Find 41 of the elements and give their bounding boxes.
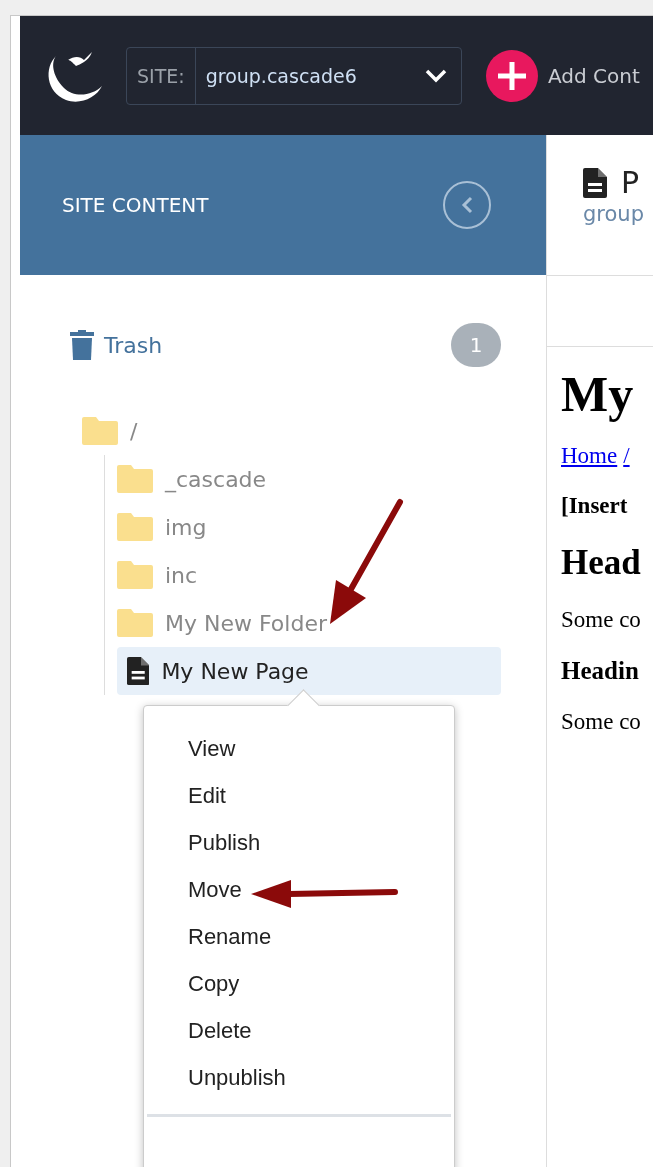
add-content-button[interactable]: Add Cont — [486, 49, 640, 102]
menu-item[interactable]: View — [144, 732, 454, 779]
page-path: group — [583, 202, 645, 226]
menu-item[interactable]: Unpublish — [144, 1061, 454, 1108]
menu-item[interactable]: Rename — [144, 920, 454, 967]
menu-item[interactable]: Move — [144, 873, 454, 920]
tree-item[interactable]: inc — [117, 551, 501, 599]
folder-icon — [117, 561, 153, 589]
tree-item[interactable]: / — [82, 407, 501, 455]
plus-icon — [486, 49, 538, 102]
count-badge: 1 — [451, 323, 501, 367]
menu-item[interactable]: Publish — [144, 826, 454, 873]
subsection-heading: Headin — [561, 657, 640, 685]
trash-link[interactable]: Trash — [70, 330, 163, 360]
folder-icon — [117, 609, 153, 637]
menu-item[interactable]: Delete — [144, 1014, 454, 1061]
folder-icon — [117, 465, 153, 493]
breadcrumb-link[interactable]: Home — [561, 443, 618, 469]
chevron-down-icon — [425, 68, 447, 83]
folder-icon — [82, 417, 118, 445]
paragraph: Some co — [561, 709, 642, 735]
section-heading: Head — [561, 543, 642, 583]
sidebar-title: SITE CONTENT — [62, 193, 209, 217]
menu-item[interactable]: Copy — [144, 967, 454, 1014]
breadcrumb-link[interactable]: / — [623, 443, 630, 469]
page-heading: My — [561, 365, 635, 423]
page-title: P — [621, 165, 640, 200]
document-icon — [127, 657, 150, 685]
site-select[interactable]: SITE: group.cascade6 — [126, 46, 462, 105]
chevron-left-icon — [461, 196, 473, 214]
collapse-button[interactable] — [443, 181, 491, 229]
menu-item[interactable]: Edit — [144, 779, 454, 826]
document-icon — [583, 167, 607, 198]
tree-item[interactable]: My New Page — [117, 647, 501, 695]
tree-item[interactable]: My New Folder — [117, 599, 501, 647]
tree-item[interactable]: _cascade — [117, 455, 501, 503]
paragraph: Some co — [561, 607, 642, 633]
trash-icon — [70, 330, 94, 360]
tree-item[interactable]: img — [117, 503, 501, 551]
body-text: [Insert — [561, 493, 629, 519]
folder-icon — [117, 513, 153, 541]
